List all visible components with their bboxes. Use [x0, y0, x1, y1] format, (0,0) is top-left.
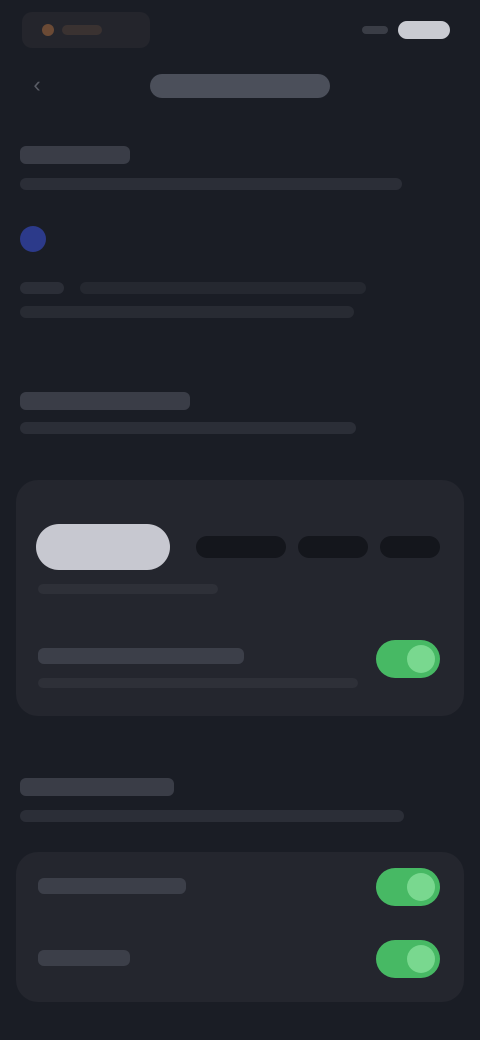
app-header: ‹	[0, 62, 480, 112]
page-title	[150, 74, 330, 98]
battery-icon	[398, 21, 450, 39]
section-3-row-1-label	[38, 878, 186, 894]
toggle-knob	[407, 873, 435, 901]
section-1-description	[20, 178, 402, 190]
back-icon[interactable]: ‹	[24, 72, 50, 98]
section-2-description	[20, 422, 356, 434]
section-1-title	[20, 146, 130, 164]
section-1-note-text	[80, 282, 366, 294]
app-icon	[42, 24, 54, 36]
accent-color-swatch[interactable]	[20, 226, 46, 252]
toggle-row-sub	[38, 678, 358, 688]
status-right-cluster	[362, 21, 450, 39]
section-3-row-1-toggle[interactable]	[376, 868, 440, 906]
status-bar	[0, 0, 480, 58]
section-2-card	[16, 480, 464, 716]
toggle-knob	[407, 645, 435, 673]
segment-2[interactable]	[298, 536, 368, 558]
section-3-row-2-label	[38, 950, 130, 966]
signal-icon	[362, 26, 388, 34]
section-1-note-text-2	[20, 306, 354, 318]
section-1-note-label	[20, 282, 64, 294]
segment-3[interactable]	[380, 536, 440, 558]
section-3-row-2-toggle[interactable]	[376, 940, 440, 978]
primary-button-sub	[38, 584, 218, 594]
notification-icon	[62, 25, 102, 35]
segment-1[interactable]	[196, 536, 286, 558]
status-left-cluster	[22, 12, 150, 48]
section-3-title	[20, 778, 174, 796]
toggle-knob	[407, 945, 435, 973]
primary-button[interactable]	[36, 524, 170, 570]
toggle-row-label	[38, 648, 244, 664]
section-2-toggle[interactable]	[376, 640, 440, 678]
section-3-description	[20, 810, 404, 822]
settings-screen: ‹	[0, 0, 480, 1040]
section-3-card	[16, 852, 464, 1002]
section-2-title	[20, 392, 190, 410]
